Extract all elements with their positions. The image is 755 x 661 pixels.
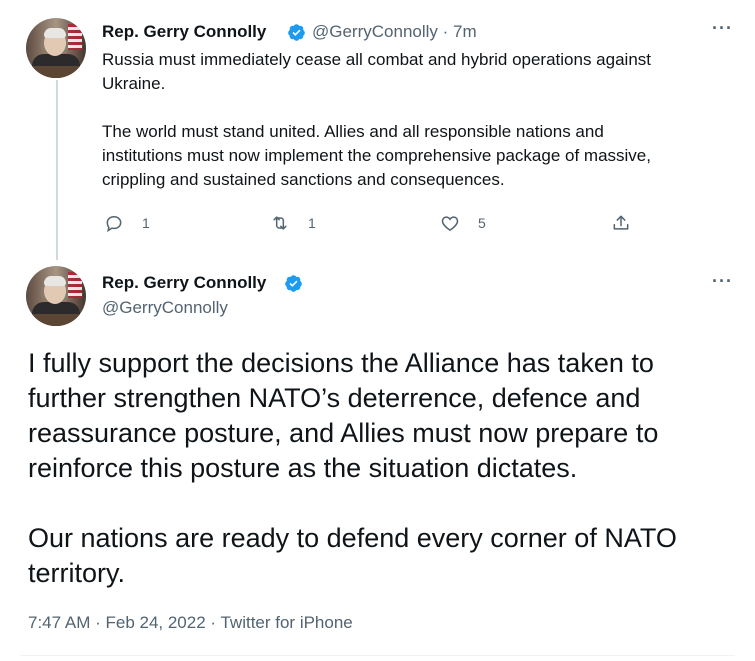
more-options-icon[interactable]: ··· <box>712 271 733 292</box>
tweet2-handle[interactable]: @GerryConnolly <box>102 298 228 318</box>
avatar-desk <box>26 314 86 326</box>
verified-badge-icon <box>285 275 302 292</box>
tweet1-text: Russia must immediately cease all combat… <box>102 50 651 189</box>
reply-count: 1 <box>142 215 150 231</box>
tweet1-handle-text[interactable]: @GerryConnolly <box>312 22 438 41</box>
tweet1-handle[interactable]: @GerryConnolly · 7m <box>312 22 477 42</box>
thread-connector-line <box>56 80 58 260</box>
tweet1-author-name[interactable]: Rep. Gerry Connolly <box>102 22 266 42</box>
more-options-icon[interactable]: ··· <box>712 18 733 39</box>
heart-icon <box>441 216 459 231</box>
like-button[interactable]: 5 <box>440 213 486 233</box>
tweet2-meta[interactable]: 7:47 AM · Feb 24, 2022 · Twitter for iPh… <box>28 613 353 633</box>
reply-icon <box>106 215 122 233</box>
tweet1-separator: · <box>442 22 449 41</box>
avatar-hair <box>44 28 66 38</box>
avatar-desk <box>26 66 86 78</box>
avatar-flag-decoration <box>68 24 82 50</box>
avatar-flag-decoration <box>68 272 82 298</box>
tweet2-text: I fully support the decisions the Allian… <box>28 348 677 588</box>
divider <box>20 655 735 656</box>
share-icon <box>613 215 629 230</box>
tweet2-author-name[interactable]: Rep. Gerry Connolly <box>102 273 266 293</box>
retweet-button[interactable]: 1 <box>270 213 316 233</box>
avatar[interactable] <box>26 18 86 78</box>
avatar-hair <box>44 276 66 286</box>
avatar[interactable] <box>26 266 86 326</box>
reply-button[interactable]: 1 <box>104 213 150 233</box>
retweet-count: 1 <box>308 215 316 231</box>
tweet1-timestamp[interactable]: 7m <box>453 22 477 41</box>
retweet-icon <box>273 216 287 230</box>
verified-badge-icon <box>288 24 305 41</box>
like-count: 5 <box>478 215 486 231</box>
share-button[interactable] <box>611 213 631 233</box>
